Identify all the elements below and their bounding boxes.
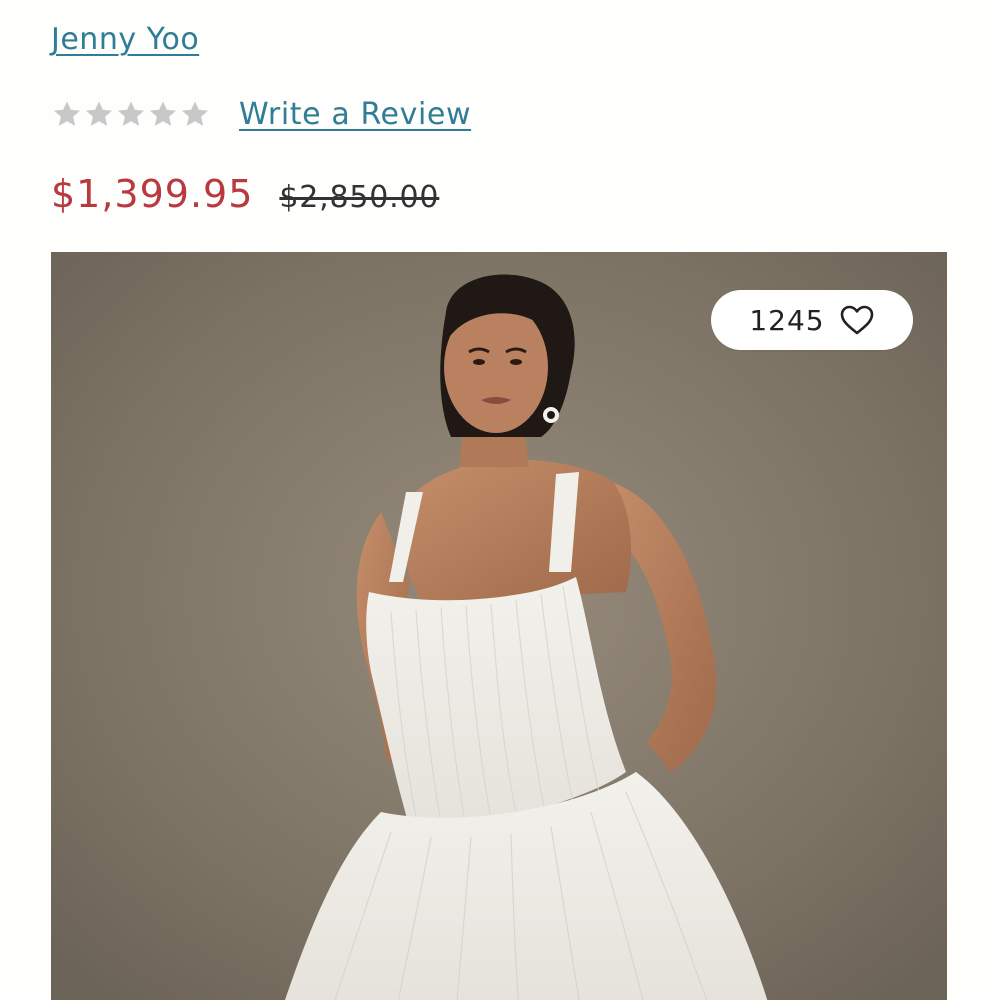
like-count: 1245 — [749, 303, 825, 337]
product-page: Jenny Yoo Write a Review $1,399.95 $2,85… — [0, 0, 1000, 1000]
star-empty-icon — [85, 101, 113, 126]
star-empty-icon — [149, 101, 177, 126]
price-row: $1,399.95 $2,850.00 — [51, 172, 439, 216]
star-empty-icon — [117, 101, 145, 126]
star-empty-icon — [181, 101, 209, 126]
star-rating[interactable] — [51, 98, 211, 130]
product-image[interactable] — [51, 252, 947, 1000]
original-price: $2,850.00 — [279, 180, 440, 215]
sale-price: $1,399.95 — [51, 172, 254, 216]
model-in-wedding-dress-illustration — [51, 252, 947, 1000]
brand-link[interactable]: Jenny Yoo — [51, 22, 199, 57]
like-button[interactable]: 1245 — [711, 290, 913, 350]
write-review-link[interactable]: Write a Review — [239, 97, 471, 132]
star-empty-icon — [53, 101, 81, 126]
heart-outline-icon — [840, 305, 873, 335]
rating-row: Write a Review — [51, 94, 471, 134]
